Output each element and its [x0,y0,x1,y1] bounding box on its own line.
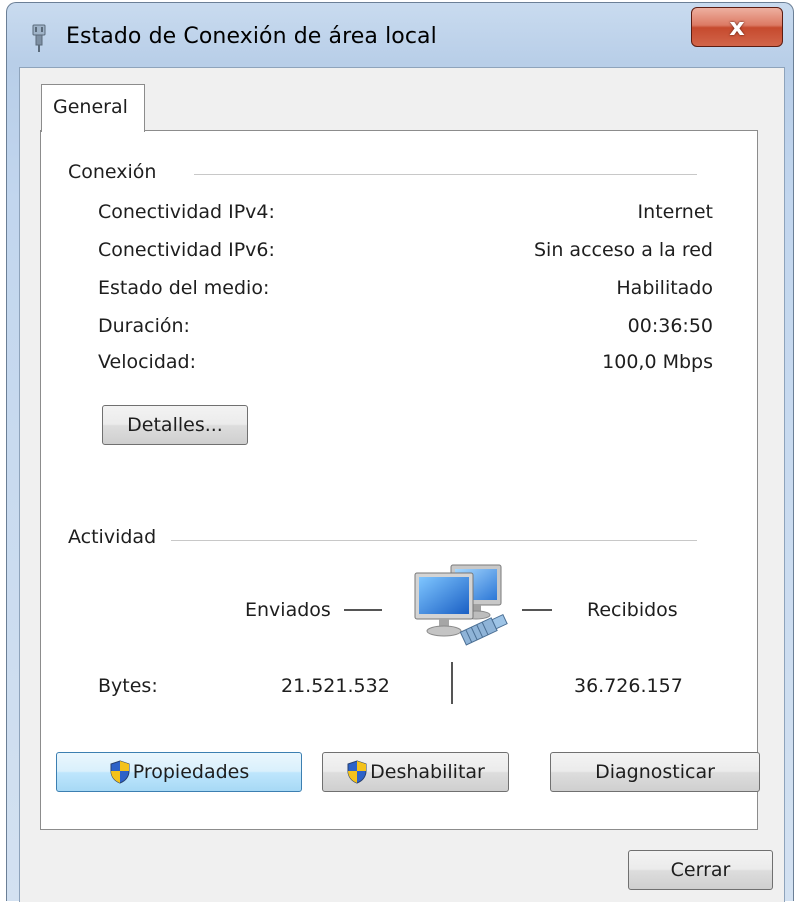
close-icon: x [729,13,745,41]
tab-general[interactable]: General [41,84,145,132]
network-plug-icon [32,24,46,52]
received-connector-line [522,609,552,611]
bytes-received-value: 36.726.157 [574,675,683,697]
media-state-label: Estado del medio: [98,277,270,299]
bytes-label: Bytes: [98,675,158,697]
close-button[interactable]: Cerrar [628,850,773,890]
ipv6-value: Sin acceso a la red [534,239,713,261]
media-state-value: Habilitado [616,277,713,299]
speed-label: Velocidad: [98,351,197,373]
window-frame: Estado de Conexión de área local x Gener… [6,2,794,902]
ipv6-label: Conectividad IPv6: [98,239,275,261]
activity-group-divider [171,540,697,541]
properties-button[interactable]: Propiedades [56,752,302,792]
dialog-client-area: General Conexión Conectividad IPv4: Inte… [19,67,785,902]
close-window-button[interactable]: x [691,7,783,47]
sent-connector-line [344,609,382,611]
title-bar[interactable]: Estado de Conexión de área local x [7,3,793,69]
duration-label: Duración: [98,315,190,337]
properties-button-label: Propiedades [132,761,250,783]
connection-group-divider [194,174,697,175]
ipv4-value: Internet [637,201,713,223]
ipv4-label: Conectividad IPv4: [98,201,275,223]
uac-shield-icon [110,760,130,784]
bytes-sent-value: 21.521.532 [281,675,390,697]
activity-divider [451,662,453,704]
activity-group-heading: Actividad [68,526,157,548]
tab-panel-general: Conexión Conectividad IPv4: Internet Con… [40,130,760,830]
received-label: Recibidos [587,599,678,621]
network-computers-icon [414,564,508,646]
speed-value: 100,0 Mbps [602,351,713,373]
duration-value: 00:36:50 [627,315,713,337]
details-button[interactable]: Detalles... [102,405,248,445]
disable-button[interactable]: Deshabilitar [322,752,509,792]
disable-button-label: Deshabilitar [370,761,485,783]
sent-label: Enviados [245,599,331,621]
diagnose-button[interactable]: Diagnosticar [550,752,760,792]
window-title: Estado de Conexión de área local [66,24,437,49]
connection-group-heading: Conexión [68,161,157,183]
uac-shield-icon [347,760,367,784]
